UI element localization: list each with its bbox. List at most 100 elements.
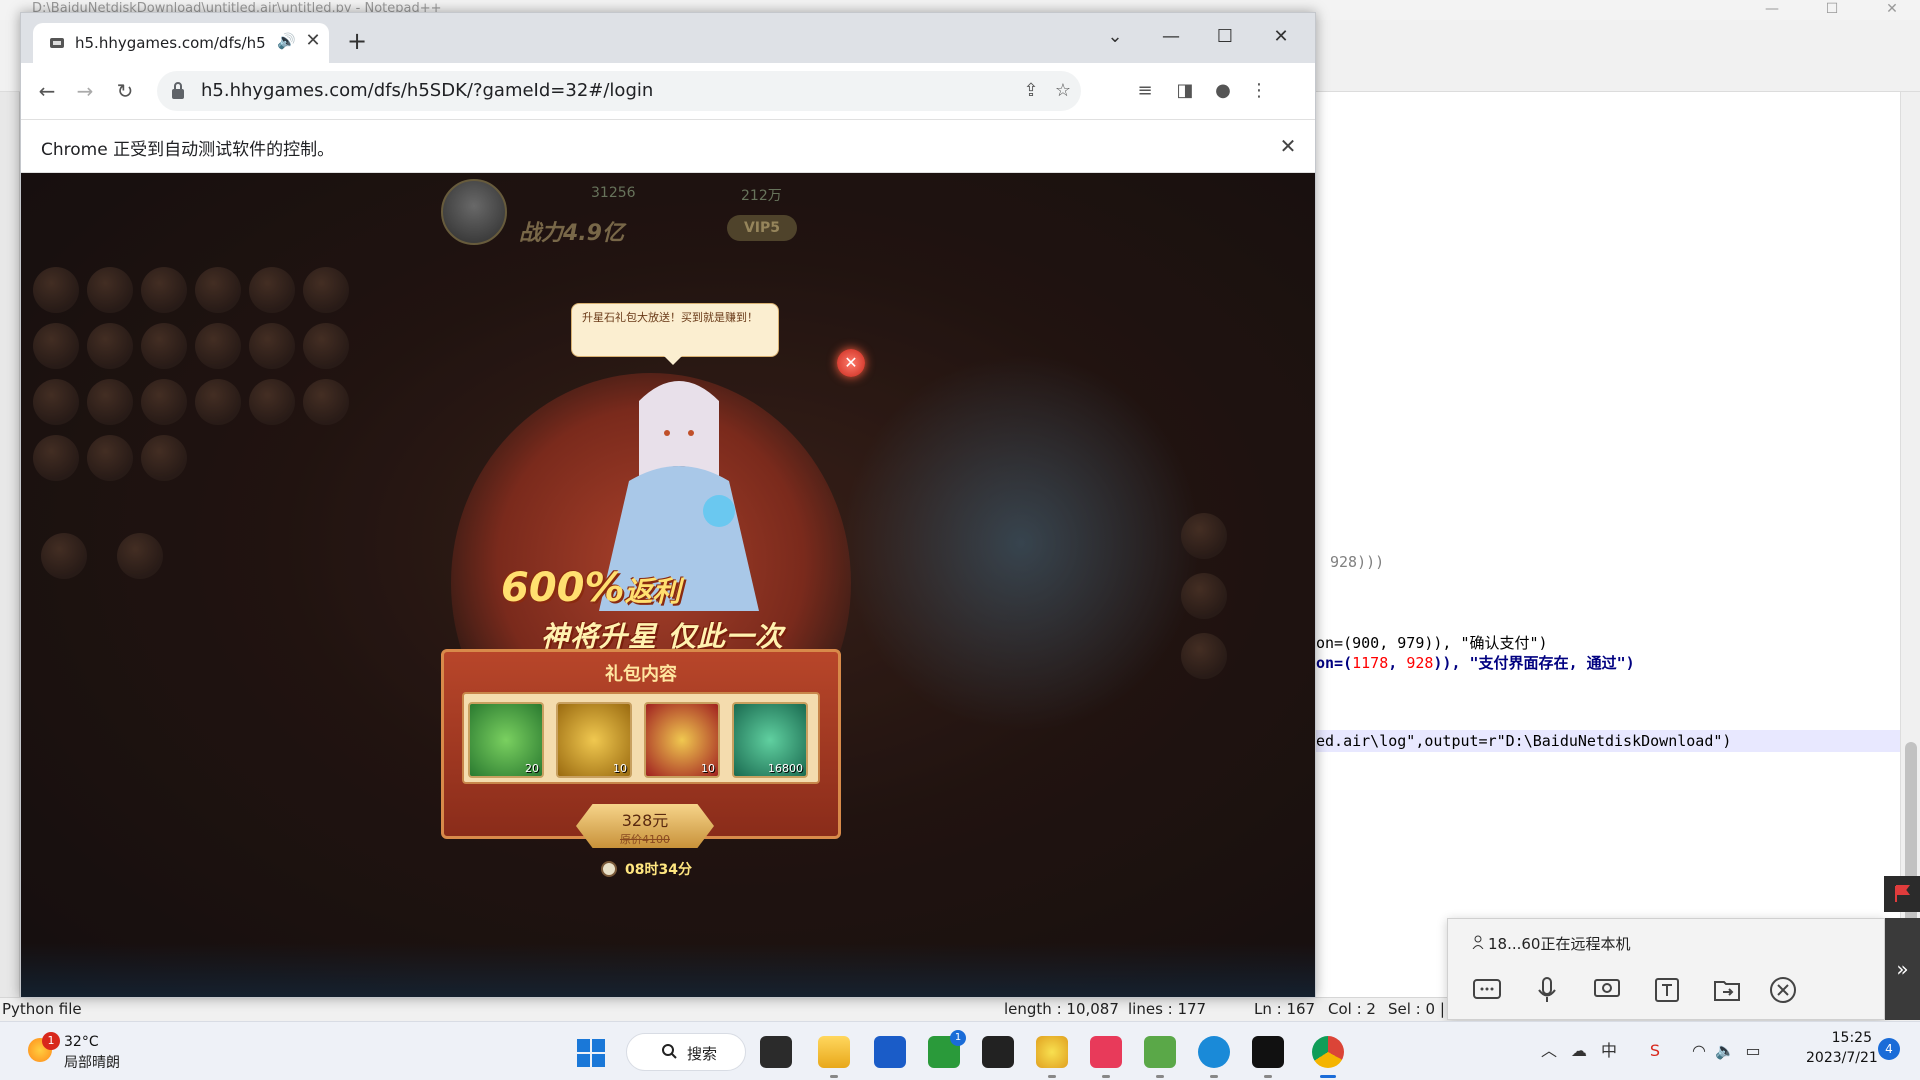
menu-kebab-icon[interactable]: ⋮ [1243,75,1275,107]
xbox-badge: 1 [950,1030,966,1046]
taskbar-clock[interactable]: 15:25 2023/7/21 [1806,1028,1878,1068]
notepad-line-gutter [0,92,20,997]
audio-playing-icon[interactable]: 🔊 [277,32,296,50]
weather-temp: 32°C [64,1034,99,1050]
media-control-icon[interactable]: ≡ [1129,75,1161,107]
gift-pack-popup: 升星石礼包大放送！买到就是赚到！ ✕ 600%返利 神将升星 仅此一次 礼包内容… [441,303,921,903]
code-line: 928))) [1330,553,1385,571]
game-bottom-nav[interactable] [21,943,1315,997]
code-line: ed.air\log",output=r"D:\BaiduNetdiskDown… [1316,732,1732,750]
screen-share-icon[interactable] [1590,973,1624,1007]
wifi-icon[interactable]: ◠ [1688,1040,1710,1062]
status-file-type: Python file [2,1000,82,1018]
remote-flag-button[interactable] [1884,876,1920,912]
music-app-icon[interactable] [1090,1036,1122,1078]
speech-bubble: 升星石礼包大放送！买到就是赚到！ [571,303,779,365]
code-line: on=(1178, 928)), "支付界面存在, 通过") [1316,654,1635,672]
forward-button[interactable]: → [69,75,101,107]
clock-date: 2023/7/21 [1806,1050,1878,1066]
clock-time: 15:25 [1831,1030,1872,1046]
chrome-window: h5.hhygames.com/dfs/h5SDK/?gameId=32#/lo… [20,12,1316,998]
new-tab-button[interactable]: + [341,25,373,57]
profile-avatar-icon[interactable]: ● [1207,75,1239,107]
item-red-gold-bag[interactable]: 10 [644,702,720,778]
infobar-message: Chrome 正受到自动测试软件的控制。 [41,140,335,160]
tab-close-button[interactable]: ✕ [301,29,325,53]
weather-widget[interactable]: 1 32°C 局部晴朗 [20,1030,140,1074]
edge-icon[interactable] [1198,1036,1230,1078]
antivirus-icon[interactable]: S [1644,1040,1666,1062]
tab-title: h5.hhygames.com/dfs/h5SDK/?gameId=32#/lo… [75,34,265,52]
favicon-icon [50,38,64,48]
volume-icon[interactable]: 🔈 [1714,1040,1736,1062]
share-icon[interactable]: ⇪ [1017,77,1045,105]
search-label: 搜索 [687,1045,718,1063]
taskbar-search[interactable]: 搜索 [626,1033,746,1071]
remote-expand-button[interactable]: » [1885,918,1920,1020]
popup-close-button[interactable]: ✕ [837,349,865,377]
reload-button[interactable]: ↻ [109,75,141,107]
cloud-icon[interactable]: ☁ [1568,1040,1590,1062]
notepad-close-button[interactable]: ✕ [1872,1,1912,17]
status-ln: Ln : 167 [1254,1000,1316,1018]
code-line: on=(900, 979)), "确认支付") [1316,634,1548,652]
clock-icon [601,861,617,877]
item-gold-bag[interactable]: 10 [556,702,632,778]
minimize-button[interactable]: — [1149,21,1193,53]
browser-tab[interactable]: h5.hhygames.com/dfs/h5SDK/?gameId=32#/lo… [33,23,329,63]
xbox-icon[interactable]: 1 [928,1030,966,1068]
notepad-minimize-button[interactable]: — [1752,1,1792,17]
chevron-up-icon[interactable]: ︿ [1538,1040,1560,1062]
weather-desc: 局部晴朗 [64,1055,120,1071]
automation-infobar: Chrome 正受到自动测试软件的控制。 ✕ [21,119,1315,173]
game-viewport[interactable]: 31256 212万 战力4.9亿 VIP5 升星石礼包大放送！买到就是赚到！ … [21,173,1315,997]
tab-search-button[interactable]: ⌄ [1093,21,1137,53]
microphone-icon[interactable] [1530,973,1564,1007]
buy-button[interactable]: 328元 原价4100 [576,804,714,848]
countdown-timer: 08时34分 [601,859,701,881]
status-col: Col : 2 [1328,1000,1376,1018]
notification-badge[interactable]: 4 [1878,1038,1900,1060]
battery-icon[interactable]: ▭ [1742,1040,1764,1062]
cmd-icon[interactable] [1252,1036,1284,1078]
back-button[interactable]: ← [31,75,63,107]
lock-icon [172,82,184,99]
close-window-button[interactable]: ✕ [1259,21,1303,53]
remote-control-bar: 18...60正在远程本机 [1447,918,1885,1020]
notepad-maximize-button[interactable]: ☐ [1812,1,1852,17]
notepadpp-icon[interactable] [1144,1036,1176,1078]
store-icon[interactable] [874,1036,906,1068]
weather-badge: 1 [42,1032,60,1050]
remote-status-text: 18...60正在远程本机 [1488,935,1631,953]
pack-contents-panel: 礼包内容 20 10 10 16800 328元 原价4100 [441,649,841,848]
windows-taskbar: 1 32°C 局部晴朗 搜索 1 ︿ ☁ 中 S ◠ 🔈 ▭ 15:25 202… [0,1021,1920,1080]
bookmark-star-icon[interactable]: ☆ [1049,77,1077,105]
file-explorer-icon[interactable] [818,1036,850,1078]
text-icon[interactable] [1650,973,1684,1007]
item-star-stone[interactable]: 20 [468,702,544,778]
tab-strip: h5.hhygames.com/dfs/h5SDK/?gameId=32#/lo… [21,13,1315,63]
notepad-editor[interactable] [1316,92,1900,997]
windows-start-icon[interactable] [576,1038,606,1068]
item-tray: 20 10 10 16800 [462,692,820,784]
disconnect-icon[interactable] [1766,973,1800,1007]
file-transfer-icon[interactable] [1710,973,1744,1007]
chat-app-icon[interactable] [1036,1036,1068,1078]
item-jade-ring[interactable]: 16800 [732,702,808,778]
panel-title: 礼包内容 [605,664,677,685]
rebate-headline: 600%返利 [501,565,681,611]
person-icon [1472,935,1484,949]
infobar-close-button[interactable]: ✕ [1275,133,1301,159]
address-bar[interactable]: h5.hhygames.com/dfs/h5SDK/?gameId=32#/lo… [157,71,1081,111]
chrome-icon[interactable] [1312,1036,1344,1078]
side-panel-icon[interactable]: ◨ [1169,75,1201,107]
url-text: h5.hhygames.com/dfs/h5SDK/?gameId=32#/lo… [201,80,654,101]
chat-icon[interactable] [1470,973,1504,1007]
terminal-app-icon[interactable] [982,1036,1014,1068]
search-icon [662,1044,677,1059]
taskview-icon[interactable] [760,1036,792,1068]
ime-icon[interactable]: 中 [1598,1040,1620,1062]
status-lines: lines : 177 [1128,1000,1207,1018]
maximize-button[interactable]: ☐ [1203,21,1247,53]
notepad-scrollbar[interactable] [1900,92,1920,997]
